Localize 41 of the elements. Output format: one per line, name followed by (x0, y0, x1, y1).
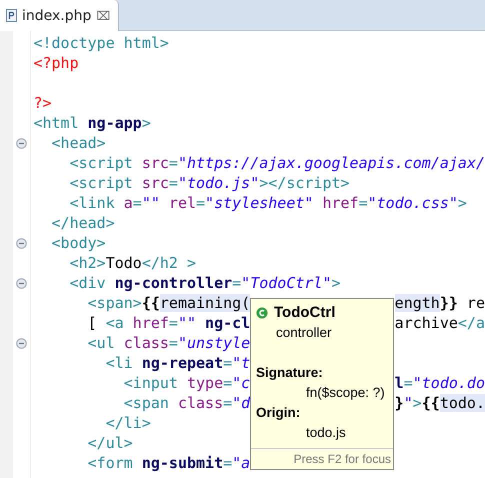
code-text: <!doctype html> (33, 33, 169, 53)
tab-label: index.php (22, 8, 92, 24)
editor-tab[interactable]: index.php ⌧ (0, 0, 120, 31)
code-text: <?php (33, 53, 79, 73)
tooltip-kind: controller (275, 324, 333, 342)
code-text: </head> (50, 213, 115, 233)
code-text: <input type="c (122, 373, 250, 393)
code-text: <script src="todo.js"></script> (68, 173, 350, 193)
code-text: </li> (104, 413, 151, 433)
code-text: <script src="https://ajax.googleapis.com/ajax/ (68, 153, 485, 173)
code-text: archive</a (394, 313, 485, 333)
code-text: ?> (33, 93, 52, 113)
collapse-icon[interactable] (16, 338, 28, 348)
code-text: <span class="d (122, 393, 250, 413)
code-text: </ul> (86, 433, 133, 453)
code-text: <form ng-submit="a (86, 453, 250, 473)
code-text: <h2>Todo</h2 > (68, 253, 196, 273)
tooltip-title: TodoCtrl (274, 303, 336, 323)
tooltip-label: Origin: (256, 404, 302, 422)
tooltip-hint: Press F2 for focus (294, 452, 391, 466)
code-text: <body> (50, 233, 106, 253)
close-icon[interactable]: ⌧ (96, 8, 110, 22)
code-text: }">{{todo. (394, 393, 485, 413)
code-text: ength}} re (394, 293, 485, 313)
code-text: [ <a href="" ng-cl (86, 313, 250, 333)
file-icon (6, 9, 17, 22)
code-text: <html ng-app> (33, 113, 151, 133)
tooltip-value: todo.js (305, 424, 347, 442)
code-text: <link a="" rel="stylesheet" href="todo.css"> (68, 193, 467, 213)
code-text: <head> (50, 133, 106, 153)
code-text: <div ng-controller="TodoCtrl"> (68, 273, 341, 293)
collapse-icon[interactable] (16, 278, 28, 288)
code-text: l="todo.do (394, 373, 485, 393)
collapse-icon[interactable] (16, 238, 28, 248)
class-icon (256, 307, 268, 319)
tooltip-value: fn($scope: ?) (305, 384, 386, 402)
collapse-icon[interactable] (16, 138, 28, 148)
code-text: <span>{{remaining( (86, 293, 250, 313)
code-text: <ul class="unstyle (86, 333, 250, 353)
code-text: <li ng-repeat="t (104, 353, 250, 373)
tooltip-label: Signature: (256, 364, 324, 382)
